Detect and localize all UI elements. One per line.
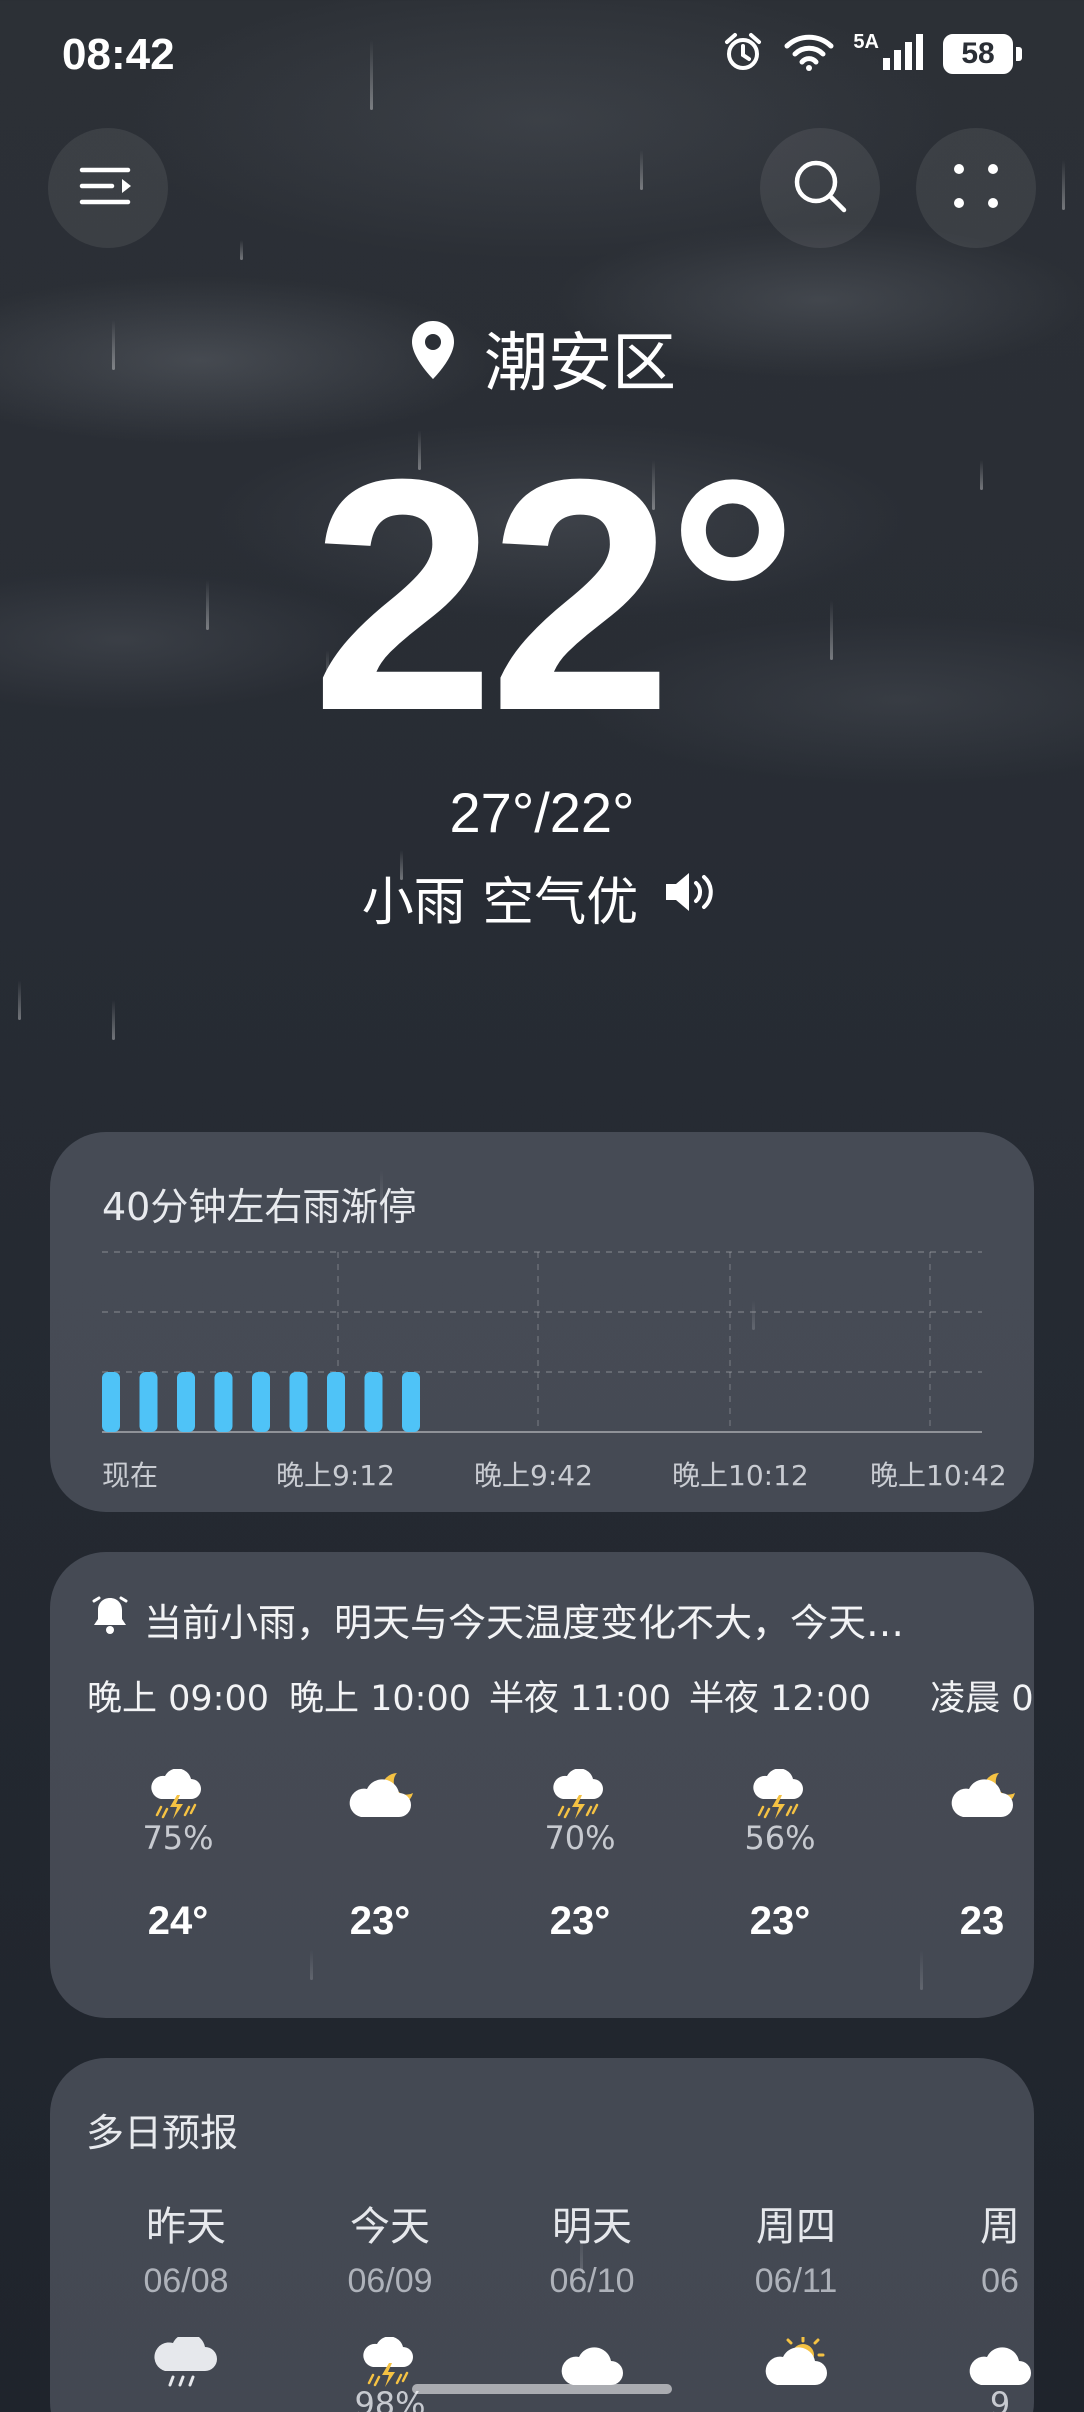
thunder-rain-icon [745,1768,815,1825]
status-bar: 08:42 5A 58 [0,0,1084,110]
precip-probability: 56% [744,1819,816,1857]
rain-bar [214,1372,233,1432]
menu-icon [78,164,138,212]
current-condition: 小雨 空气优 [0,860,1084,935]
more-button[interactable] [916,128,1036,248]
home-indicator[interactable] [412,2384,672,2394]
hour-temperature: 23° [349,1899,411,1943]
condition-text: 小雨 空气优 [361,873,639,933]
status-time: 08:42 [62,30,175,79]
precip-probability: 75% [142,1819,214,1857]
hour-temperature: 23 [959,1899,1005,1943]
day-item[interactable]: 昨天 06/08 [86,2194,286,2387]
rain-bar [102,1372,120,1432]
day-date: 06/11 [754,2262,838,2300]
battery-indicator: 58 [943,34,1022,74]
thunder-rain-icon [545,1768,615,1825]
rain-bar [139,1372,158,1432]
day-date: 06/08 [143,2262,229,2300]
thunder-rain-icon [143,1768,213,1825]
rain-bar [364,1372,383,1432]
day-date: 06/10 [549,2262,635,2300]
hour-temperature: 23° [749,1899,811,1943]
daily-forecast-title: 多日预报 [86,2111,239,2155]
day-item[interactable]: 明天 06/10 [492,2194,692,2385]
day-item[interactable]: 周四 06/11 [696,2194,896,2385]
day-item[interactable]: 今天 06/09 98% [290,2194,490,2412]
location-header[interactable]: 潮安区 [0,312,1084,404]
high-low-temperature: 27°/22° [449,781,635,844]
rain-bar [289,1372,308,1432]
hour-item[interactable]: 晚上 09:00 75% 24° [78,1670,278,1944]
raindrop [1062,160,1065,210]
raindrop [240,240,243,260]
hour-item[interactable]: 半夜 12:00 56% 23° [680,1670,880,1944]
grid-dots-icon [951,161,1001,215]
current-temperature: 22° [311,410,798,779]
wifi-icon [783,32,835,76]
hourly-forecast-card[interactable]: 当前小雨，明天与今天温度变化不大，今天… 晚上 09:00 75% 24° 晚上 1… [50,1552,1034,2018]
battery-cap [1016,47,1022,61]
time-tick-label: 现在 [102,1459,159,1492]
hour-time: 半夜 11:00 [489,1679,671,1719]
bell-icon [92,1595,128,1644]
location-name: 潮安区 [484,327,676,401]
rain-cloud-icon [151,2333,221,2393]
cloudy-moon-icon [345,1769,415,1825]
search-button[interactable] [760,128,880,248]
daily-forecast-card[interactable]: 多日预报 昨天 06/08 今天 06/09 98% 明天 06/10 周四 06/11 周… [50,2058,1034,2412]
day-item[interactable]: 周 06 9 [900,2194,1034,2412]
rain-bar [177,1372,195,1432]
alarm-icon [721,30,765,78]
hour-time: 凌晨 0 [930,1679,1034,1719]
day-date: 06/09 [347,2262,433,2300]
cloudy-moon-icon [947,1769,1017,1825]
hour-temperature: 24° [147,1899,209,1943]
day-name: 周 [980,2204,1020,2250]
raindrop [112,1000,115,1040]
time-tick-label: 晚上9:12 [276,1459,395,1492]
partly-sunny-icon [761,2335,831,2393]
day-name: 今天 [350,2204,430,2250]
hour-temperature: 23° [549,1899,611,1943]
raindrop [18,980,21,1020]
raindrop [640,150,643,190]
battery-level: 58 [943,34,1013,74]
location-pin-icon [408,319,458,397]
summary-text: 当前小雨，明天与今天温度变化不大，今天… [144,1601,905,1645]
search-icon [790,156,850,220]
hour-item[interactable]: 晚上 10:00 23° [280,1670,480,1944]
hour-item[interactable]: 凌晨 0 23 [882,1670,1034,1944]
weather-summary: 当前小雨，明天与今天温度变化不大，今天… [92,1592,1032,1647]
cellular-signal-icon [881,32,925,76]
day-name: 明天 [552,2204,632,2250]
precip-probability: 70% [544,1819,616,1857]
speaker-icon[interactable] [662,868,722,928]
menu-button[interactable] [48,128,168,248]
rain-bar [327,1372,345,1432]
rain-bar [402,1372,420,1432]
time-tick-label: 晚上10:12 [672,1459,809,1492]
hour-time: 半夜 12:00 [689,1679,871,1719]
status-icons: 5A 58 [721,30,1022,78]
time-tick-label: 晚上10:42 [870,1459,1007,1492]
day-name: 昨天 [146,2204,226,2250]
minute-rain-card[interactable]: 40分钟左右雨渐停 现在 晚上9:12 晚上9:42 晚上10:12 晚上10:42 [50,1132,1034,1512]
day-date: 06 [981,2262,1019,2300]
day-name: 周四 [756,2204,836,2250]
hour-time: 晚上 10:00 [289,1679,471,1719]
hour-time: 晚上 09:00 [87,1679,269,1719]
time-tick-label: 晚上9:42 [474,1459,593,1492]
network-type: 5A [853,30,879,53]
hour-item[interactable]: 半夜 11:00 70% 23° [480,1670,680,1944]
rain-bar [252,1372,270,1432]
